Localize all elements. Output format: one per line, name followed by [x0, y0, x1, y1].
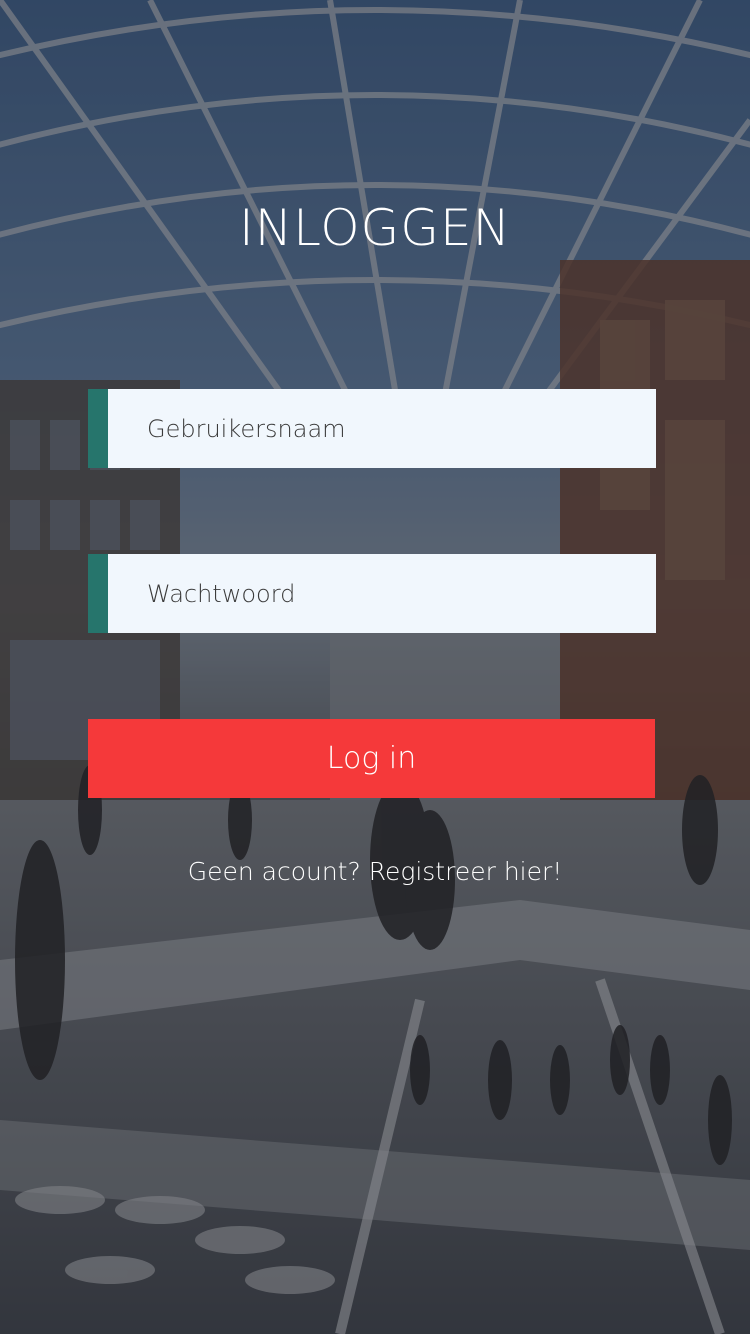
password-field[interactable]: [88, 554, 656, 633]
username-accent-bar: [88, 389, 108, 468]
page-title: INLOGGEN: [238, 199, 512, 257]
username-field[interactable]: [88, 389, 656, 468]
password-input[interactable]: [108, 554, 656, 633]
username-input[interactable]: [108, 389, 656, 468]
register-link[interactable]: Geen acount? Registreer hier!: [0, 852, 750, 892]
password-accent-bar: [88, 554, 108, 633]
login-button[interactable]: Log in: [88, 719, 655, 798]
